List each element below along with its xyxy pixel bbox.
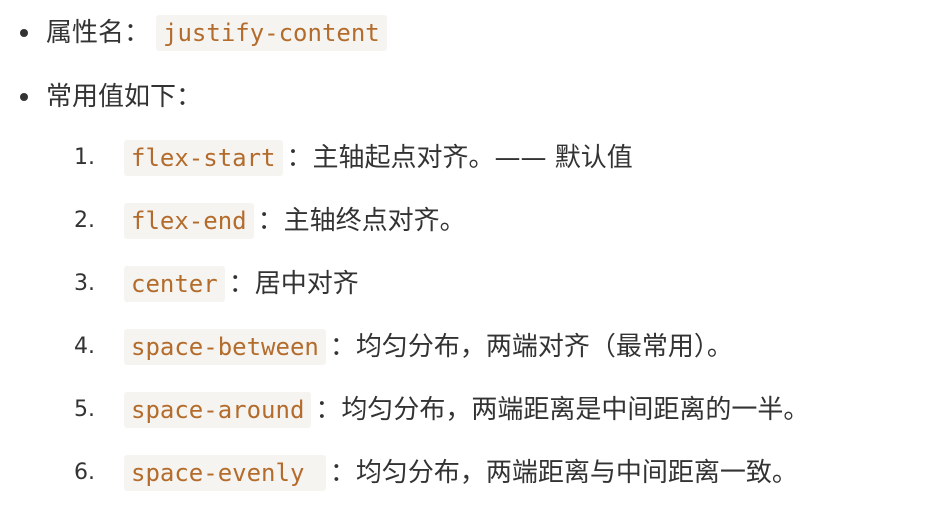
list-item: 6. space-evenly ：均匀分布，两端距离与中间距离一致。 [74,453,798,493]
list-item-number: 2. [74,208,95,233]
values-bullet: 常用值如下： [20,78,202,116]
list-item-number: 6. [74,460,95,485]
list-item-code: space-between [124,329,326,365]
list-item-code: flex-end [124,203,254,239]
list-item-description: ：主轴起点对齐。—— 默认值 [286,143,633,173]
bullet-dot-icon [20,29,28,37]
list-item: 3. center ：居中对齐 [74,264,359,304]
property-label: 属性名： [46,18,151,48]
list-item-description: ：均匀分布，两端距离与中间距离一致。 [329,458,798,488]
list-item-number: 5. [74,397,95,422]
list-item: 2. flex-end ：主轴终点对齐。 [74,201,466,241]
list-item-code: flex-start [124,140,283,176]
bullet-dot-icon [20,93,28,101]
list-item-number: 1. [74,145,95,170]
list-item-code: space-around [124,392,312,428]
list-item-code: space-evenly [124,455,326,491]
list-item: 5. space-around ：均匀分布，两端距离是中间距离的一半。 [74,390,809,430]
list-item: 1. flex-start ：主轴起点对齐。—— 默认值 [74,138,633,178]
list-item-code: center [124,266,225,302]
list-item-description: ：居中对齐 [228,269,359,299]
property-code: justify-content [156,15,387,51]
property-bullet: 属性名： justify-content [20,14,387,52]
document-body: 属性名： justify-content 常用值如下： 1. flex-star… [0,0,942,520]
list-item-description: ：主轴终点对齐。 [257,206,466,236]
list-item-number: 3. [74,271,95,296]
list-item-description: ：均匀分布，两端对齐（最常用）。 [329,332,733,362]
list-item: 4. space-between ：均匀分布，两端对齐（最常用）。 [74,327,733,367]
values-heading: 常用值如下： [46,82,203,112]
list-item-number: 4. [74,334,95,359]
list-item-description: ：均匀分布，两端距离是中间距离的一半。 [315,395,810,425]
